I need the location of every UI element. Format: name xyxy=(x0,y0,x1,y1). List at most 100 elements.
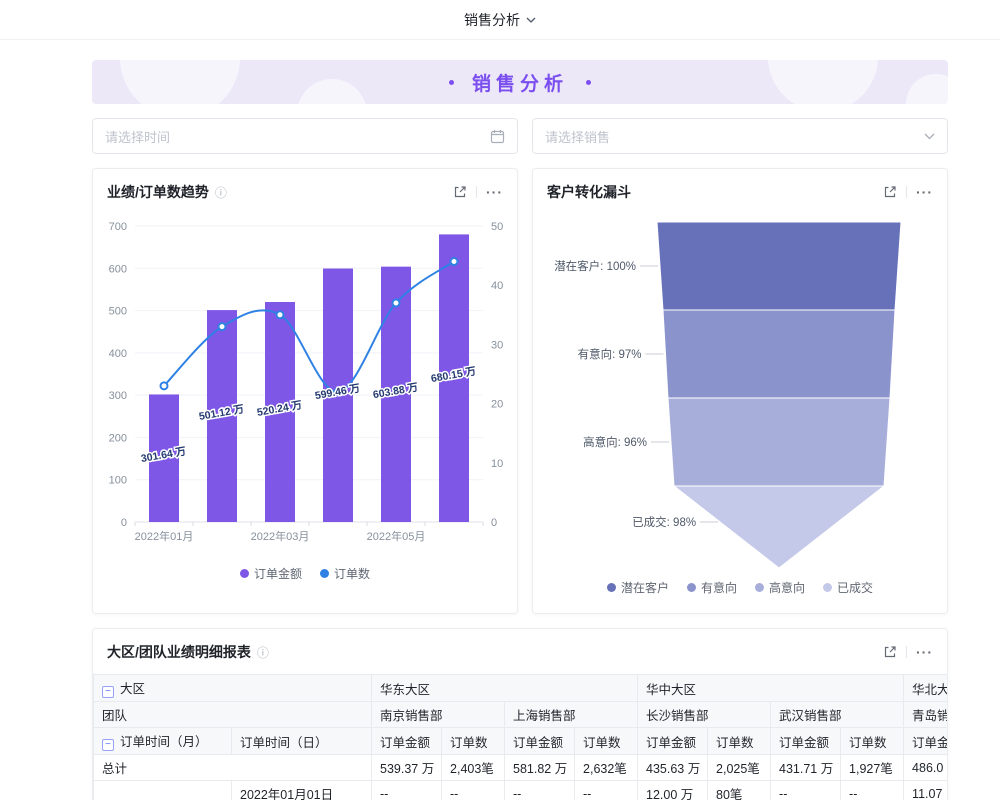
banner: 销售分析 xyxy=(92,60,948,104)
value-cell: 581.82 万 xyxy=(505,755,575,781)
team-name: 武汉销售部 xyxy=(771,702,904,728)
legend-dot-icon xyxy=(823,583,832,592)
funnel-card-actions: ··· xyxy=(883,185,933,199)
funnel-stage-潜在客户[interactable] xyxy=(657,222,901,310)
y-axis-tick-label: 100 xyxy=(109,475,127,487)
value-cell: 2,025笔 xyxy=(708,755,771,781)
y2-axis-tick-label: 0 xyxy=(491,517,497,529)
legend-dot-icon xyxy=(687,583,696,592)
total-row-label: 总计 xyxy=(94,755,372,781)
y-axis-tick-label: 300 xyxy=(109,390,127,402)
export-icon[interactable] xyxy=(453,185,467,199)
metric-label: 订单金额 xyxy=(638,728,708,755)
info-icon[interactable]: ⓘ xyxy=(215,184,227,201)
sales-filter-placeholder: 请选择销售 xyxy=(545,127,610,146)
funnel-chart: 潜在客户: 100%有意向: 97%高意向: 96%已成交: 98% xyxy=(547,208,931,574)
y2-axis-tick-label: 50 xyxy=(491,221,503,233)
export-icon[interactable] xyxy=(883,185,897,199)
legend-item[interactable]: 有意向 xyxy=(687,579,737,596)
y-axis-tick-label: 200 xyxy=(109,432,127,444)
line-point[interactable] xyxy=(277,311,284,318)
report-card-actions: ··· xyxy=(883,645,933,659)
legend-item[interactable]: 高意向 xyxy=(755,579,805,596)
y-axis-tick-label: 600 xyxy=(109,263,127,275)
page-title: 销售分析 xyxy=(449,69,591,96)
table-row: 2022年01月01日--------12.00 万80笔----11.07 xyxy=(94,781,948,800)
metric-label: 订单金额 xyxy=(904,728,947,755)
report-table: −大区华东大区华中大区华北大区团队南京销售部上海销售部长沙销售部武汉销售部青岛销… xyxy=(93,674,947,800)
funnel-legend: 潜在客户 有意向 高意向 已成交 xyxy=(533,579,947,596)
banner-decor-circle xyxy=(297,79,367,104)
legend-label: 有意向 xyxy=(701,579,737,596)
info-icon[interactable]: ⓘ xyxy=(257,644,269,661)
metric-label: 订单金额 xyxy=(771,728,841,755)
value-cell: -- xyxy=(575,781,638,800)
report-card-header: 大区/团队业绩明细报表 ⓘ ··· xyxy=(93,629,947,668)
legend-dot-icon xyxy=(607,583,616,592)
trend-card-title-text: 业绩/订单数趋势 xyxy=(107,182,209,202)
funnel-card-title: 客户转化漏斗 xyxy=(547,182,631,202)
value-cell: 431.71 万 xyxy=(771,755,841,781)
value-cell: 539.37 万 xyxy=(372,755,442,781)
banner-decor-circle xyxy=(906,74,948,104)
more-icon[interactable]: ··· xyxy=(916,185,933,199)
sales-filter-select[interactable]: 请选择销售 xyxy=(532,118,948,154)
y-axis-tick-label: 500 xyxy=(109,306,127,318)
metric-label: 订单金额 xyxy=(372,728,442,755)
line-point[interactable] xyxy=(161,382,168,389)
funnel-card: 客户转化漏斗 ··· 潜在客户: 100%有意向: 97%高意向: 96%已成交… xyxy=(532,168,948,614)
value-cell: -- xyxy=(505,781,575,800)
legend-dot-icon xyxy=(755,583,764,592)
day-col-label: 订单时间（日） xyxy=(232,728,372,755)
value-cell: 2,632笔 xyxy=(575,755,638,781)
trend-card: 业绩/订单数趋势 ⓘ ··· 0100200300400500600700010… xyxy=(92,168,518,614)
value-cell: 486.0 xyxy=(904,755,947,781)
trend-card-actions: ··· xyxy=(453,185,503,199)
trend-card-title: 业绩/订单数趋势 ⓘ xyxy=(107,182,227,202)
line-point[interactable] xyxy=(393,299,400,306)
line-point[interactable] xyxy=(219,323,226,330)
export-icon[interactable] xyxy=(883,645,897,659)
value-cell: -- xyxy=(372,781,442,800)
report-table-card: 大区/团队业绩明细报表 ⓘ ··· −大区华东大区华中大区华北大区团队南京销售部… xyxy=(92,628,948,800)
title-dot xyxy=(586,80,591,85)
y-axis-tick-label: 0 xyxy=(121,517,127,529)
legend-item[interactable]: 已成交 xyxy=(823,579,873,596)
dashboard-switcher[interactable]: 销售分析 xyxy=(464,10,536,30)
y2-axis-tick-label: 40 xyxy=(491,280,503,292)
funnel-stage-已成交[interactable] xyxy=(674,486,884,568)
legend-item[interactable]: 潜在客户 xyxy=(607,579,669,596)
legend-label: 已成交 xyxy=(837,579,873,596)
report-table-scroll-area[interactable]: −大区华东大区华中大区华北大区团队南京销售部上海销售部长沙销售部武汉销售部青岛销… xyxy=(93,674,947,800)
funnel-stage-label: 有意向: 97% xyxy=(578,347,642,361)
funnel-stage-高意向[interactable] xyxy=(668,398,890,486)
funnel-stage-label: 潜在客户: 100% xyxy=(554,259,636,273)
time-filter-select[interactable]: 请选择时间 xyxy=(92,118,518,154)
collapse-icon[interactable]: − xyxy=(102,686,114,698)
team-row-label: 团队 xyxy=(94,702,372,728)
legend-item[interactable]: 订单金额 xyxy=(240,565,302,582)
banner-decor-circle xyxy=(120,60,240,104)
team-name: 上海销售部 xyxy=(505,702,638,728)
legend-dot-icon xyxy=(240,569,249,578)
legend-label: 订单金额 xyxy=(254,565,302,582)
more-icon[interactable]: ··· xyxy=(486,185,503,199)
time-filter-placeholder: 请选择时间 xyxy=(105,127,170,146)
more-icon[interactable]: ··· xyxy=(916,645,933,659)
topbar-title: 销售分析 xyxy=(464,10,520,30)
trend-chart: 0100200300400500600700010203040502022年01… xyxy=(93,208,517,560)
page-title-text: 销售分析 xyxy=(472,69,568,96)
calendar-icon xyxy=(490,129,505,144)
collapse-icon[interactable]: − xyxy=(102,739,114,751)
metric-label: 订单数 xyxy=(841,728,904,755)
team-name: 长沙销售部 xyxy=(638,702,771,728)
value-cell: 1,927笔 xyxy=(841,755,904,781)
funnel-stage-有意向[interactable] xyxy=(663,310,895,398)
line-point[interactable] xyxy=(451,258,458,265)
y2-axis-tick-label: 30 xyxy=(491,339,503,351)
y-axis-tick-label: 400 xyxy=(109,348,127,360)
day-cell: 2022年01月01日 xyxy=(232,781,372,800)
metric-label: 订单数 xyxy=(708,728,771,755)
legend-item[interactable]: 订单数 xyxy=(320,565,370,582)
metric-label: 订单数 xyxy=(442,728,505,755)
